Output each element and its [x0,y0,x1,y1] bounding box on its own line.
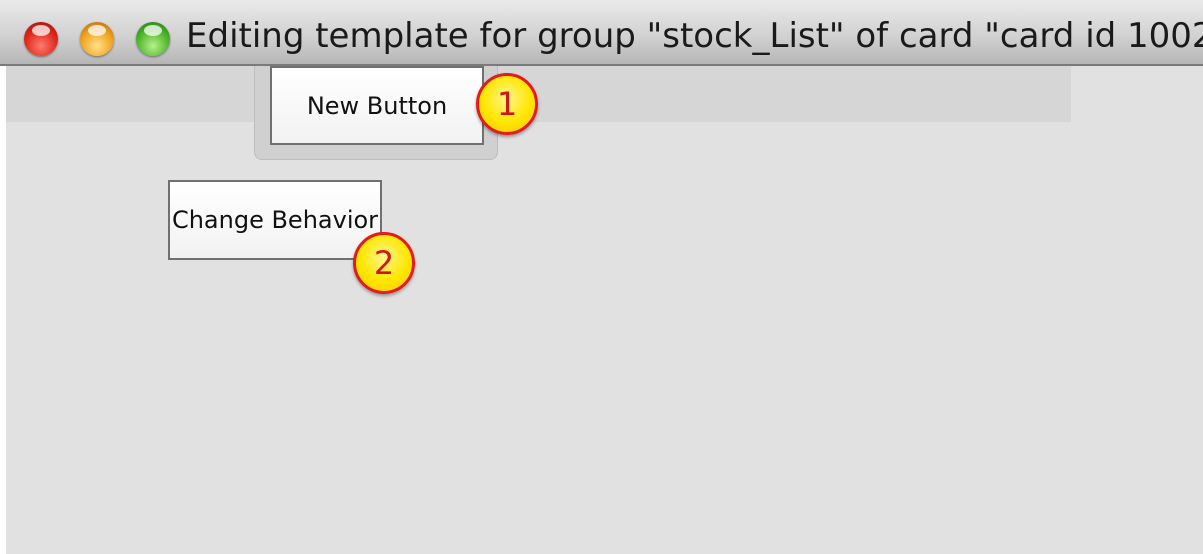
minimize-icon[interactable] [80,22,114,56]
close-icon[interactable] [24,22,58,56]
callout-badge-2: 2 [353,232,415,294]
change-behavior-button[interactable]: Change Behavior [168,180,382,260]
change-behavior-button-label: Change Behavior [171,206,379,234]
window-title: Editing template for group "stock_List" … [186,16,1203,56]
group-template-band [6,66,1071,122]
callout-number: 2 [373,244,395,282]
stack-editor-window: Editing template for group "stock_List" … [0,0,1203,554]
callout-badge-1: 1 [476,73,538,135]
title-bar[interactable]: Editing template for group "stock_List" … [0,0,1203,66]
callout-number: 1 [496,85,518,123]
zoom-icon[interactable] [136,22,170,56]
new-button[interactable]: New Button [270,66,484,145]
window-left-edge [0,66,6,554]
new-button-label: New Button [306,91,448,120]
